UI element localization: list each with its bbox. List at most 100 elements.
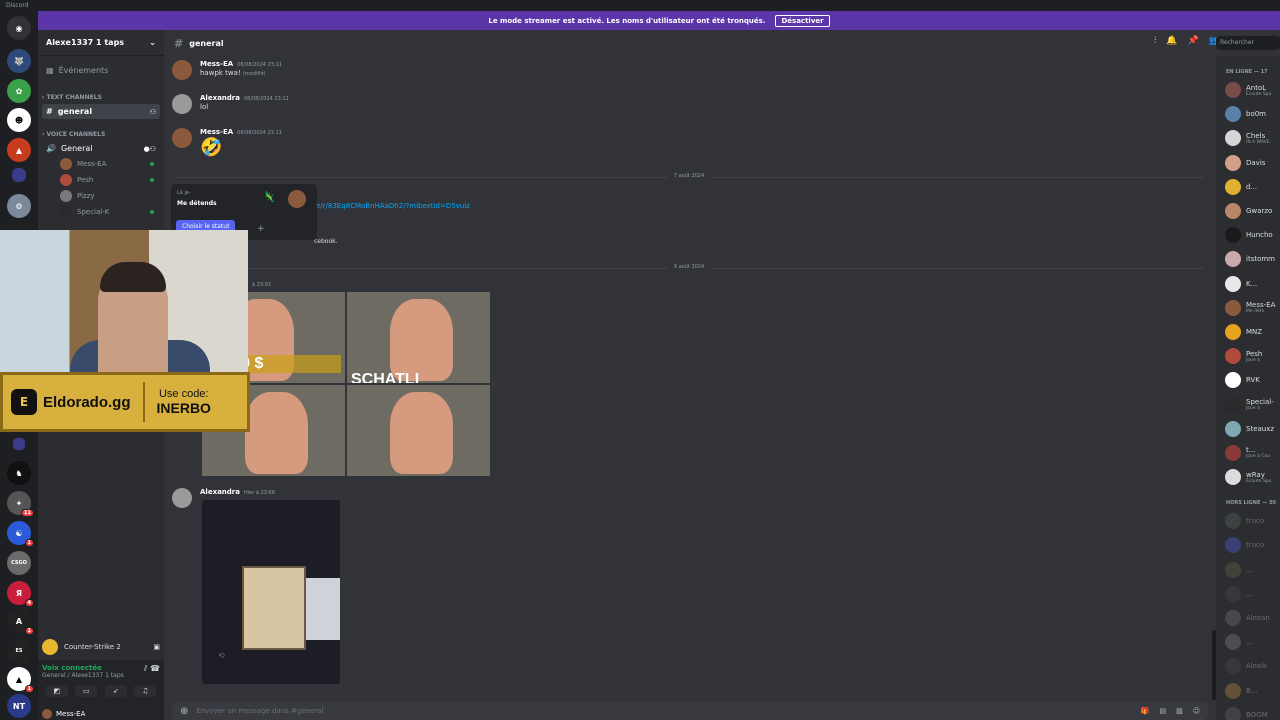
video-attachment[interactable]: ⟲	[202, 500, 340, 684]
author-name[interactable]: Mess-EA	[200, 60, 233, 68]
member-item[interactable]: Pesh Joue à	[1216, 344, 1280, 368]
server-icon-red[interactable]: Я4	[7, 581, 34, 607]
member-item[interactable]: Alexan	[1216, 606, 1280, 630]
screen-share-icon[interactable]: ▭	[75, 685, 98, 697]
gift-icon[interactable]: 🎁	[1141, 707, 1150, 715]
member-item[interactable]: Davis	[1216, 151, 1280, 175]
member-activity: Joue à Cou	[1246, 454, 1271, 460]
avatar[interactable]	[172, 488, 192, 508]
disable-streamer-mode-button[interactable]: Désactiver	[775, 14, 830, 27]
member-item[interactable]: MNZ	[1216, 320, 1280, 344]
avatar[interactable]	[172, 60, 192, 80]
avatar	[288, 190, 306, 208]
author-name[interactable]: Mess-EA	[200, 128, 233, 136]
server-icon-csgo-skins[interactable]: CSGO	[7, 551, 31, 575]
user-panel[interactable]: Mess-EA	[38, 708, 164, 720]
game-activity[interactable]: Counter-Strike 2 ▣	[38, 636, 164, 658]
pin-icon[interactable]: 📌	[1188, 36, 1199, 46]
member-item[interactable]: itstomm	[1216, 247, 1280, 271]
avatar[interactable]	[172, 94, 192, 114]
gif-icon[interactable]: ▤	[1159, 707, 1166, 715]
folder-icon-2[interactable]	[13, 438, 25, 450]
member-item[interactable]: Special- Joue à	[1216, 392, 1280, 416]
member-list: EN LIGNE — 17 AntoL Écoute Spo bo0m Chels IN…	[1216, 56, 1280, 720]
server-icon-white[interactable]: ☻	[7, 108, 31, 132]
emoji-picker-icon[interactable]: ☺	[1193, 707, 1200, 715]
server-icon-nt[interactable]: NT	[7, 694, 31, 718]
message-link[interactable]: e/r/83Eq8CMoBnHAaDh2/?mibextid=D5vuiz	[316, 202, 470, 210]
text-channels-category[interactable]: › TEXT CHANNELS	[38, 90, 164, 104]
member-item[interactable]: Huncho	[1216, 223, 1280, 247]
avatar	[1225, 348, 1241, 365]
search-input[interactable]: Rechercher	[1216, 36, 1280, 50]
avatar	[1225, 561, 1241, 578]
voice-location[interactable]: General / Alexe1337 1 taps	[42, 672, 124, 679]
server-icon-group[interactable]: ⚙	[7, 194, 31, 218]
member-item[interactable]: AntoL Écoute Spo	[1216, 78, 1280, 102]
server-header[interactable]: Alexe1337 1 taps ⌄	[38, 30, 164, 56]
camera-icon[interactable]: ◩	[45, 685, 68, 697]
activity-rocket-icon[interactable]: ➶	[104, 685, 127, 697]
meme-image[interactable]: SCHATLI	[347, 292, 490, 383]
composer-placeholder[interactable]: Envoyer un message dans #general	[196, 707, 323, 715]
member-item[interactable]: K...	[1216, 272, 1280, 296]
server-icon-esea[interactable]: ES	[7, 639, 31, 663]
member-item[interactable]: ...	[1216, 558, 1280, 582]
server-icon-green[interactable]: ✿	[7, 79, 31, 103]
server-icon-blue[interactable]: ☯ 1	[7, 521, 34, 547]
member-item[interactable]: Steauxz	[1216, 417, 1280, 441]
voice-user[interactable]: Special-K	[38, 204, 164, 220]
member-item[interactable]: truco	[1216, 509, 1280, 533]
disconnect-icon[interactable]: ☎	[150, 664, 160, 673]
member-item[interactable]: d...	[1216, 175, 1280, 199]
bell-icon[interactable]: 🔔	[1166, 36, 1177, 46]
member-item[interactable]: ...	[1216, 630, 1280, 654]
discord-home-icon[interactable]: ◉	[7, 16, 31, 40]
threads-icon[interactable]: ⫶	[1154, 36, 1156, 46]
voice-user[interactable]: Pizzy	[38, 188, 164, 204]
server-icon-triangle[interactable]: ▲ 1	[7, 667, 34, 693]
channel-title: general	[189, 38, 224, 48]
member-item[interactable]: Mess-EA Me déte	[1216, 296, 1280, 320]
server-icon-orange[interactable]: ▲	[7, 138, 31, 162]
noise-suppression-icon[interactable]: ⫽	[144, 664, 148, 673]
events-item[interactable]: ▦ Événements	[38, 62, 164, 78]
soundboard-icon[interactable]: ♫	[134, 685, 157, 697]
server-icon-wolf[interactable]: 🐺	[7, 49, 31, 73]
voice-channel-general[interactable]: 🔊 General ●⚇	[42, 141, 160, 156]
sticker-icon[interactable]: ▧	[1176, 707, 1183, 715]
channel-general[interactable]: # general ⚇	[42, 104, 160, 119]
folder-icon[interactable]	[12, 168, 26, 182]
member-item[interactable]: Chels IN A WAVE	[1216, 126, 1280, 150]
play-icon[interactable]: ⟲	[218, 651, 225, 660]
author-name[interactable]: Alexandra	[200, 488, 240, 496]
member-item[interactable]: ...	[1216, 582, 1280, 606]
member-name: Special-	[1246, 398, 1274, 407]
voice-user[interactable]: Mess-EA	[38, 156, 164, 172]
server-icon-badge-1[interactable]: ✦ 11	[7, 491, 34, 517]
add-member-icon[interactable]: ⚇	[150, 108, 156, 116]
member-item[interactable]: B...	[1216, 679, 1280, 703]
voice-user[interactable]: Pesh	[38, 172, 164, 188]
chat-icon[interactable]: ●⚇	[144, 145, 156, 153]
server-icon-a[interactable]: A1	[7, 609, 34, 635]
member-item[interactable]: BOOM	[1216, 703, 1280, 720]
events-label: Événements	[58, 65, 109, 75]
member-item[interactable]: t... Joue à Cou	[1216, 441, 1280, 465]
avatar	[1225, 585, 1241, 602]
member-item[interactable]: bo0m	[1216, 102, 1280, 126]
server-icon-cs[interactable]: ♞	[7, 461, 31, 485]
member-item[interactable]: Gwarzo	[1216, 199, 1280, 223]
voice-channels-category[interactable]: › VOICE CHANNELS	[38, 127, 164, 141]
member-item[interactable]: truco	[1216, 533, 1280, 557]
author-name[interactable]: Alexandra	[200, 94, 240, 102]
member-item[interactable]: Alexik	[1216, 654, 1280, 678]
plus-icon[interactable]: +	[257, 224, 265, 234]
member-item[interactable]: RVK	[1216, 368, 1280, 392]
add-attachment-icon[interactable]: ⊕	[180, 706, 188, 717]
message-composer[interactable]: ⊕ Envoyer un message dans #general 🎁 ▤ ▧…	[172, 702, 1208, 720]
meme-image[interactable]	[347, 385, 490, 476]
monitor-icon[interactable]: ▣	[153, 643, 160, 651]
avatar[interactable]	[172, 128, 192, 148]
member-item[interactable]: wRay Écoute Spo	[1216, 465, 1280, 489]
